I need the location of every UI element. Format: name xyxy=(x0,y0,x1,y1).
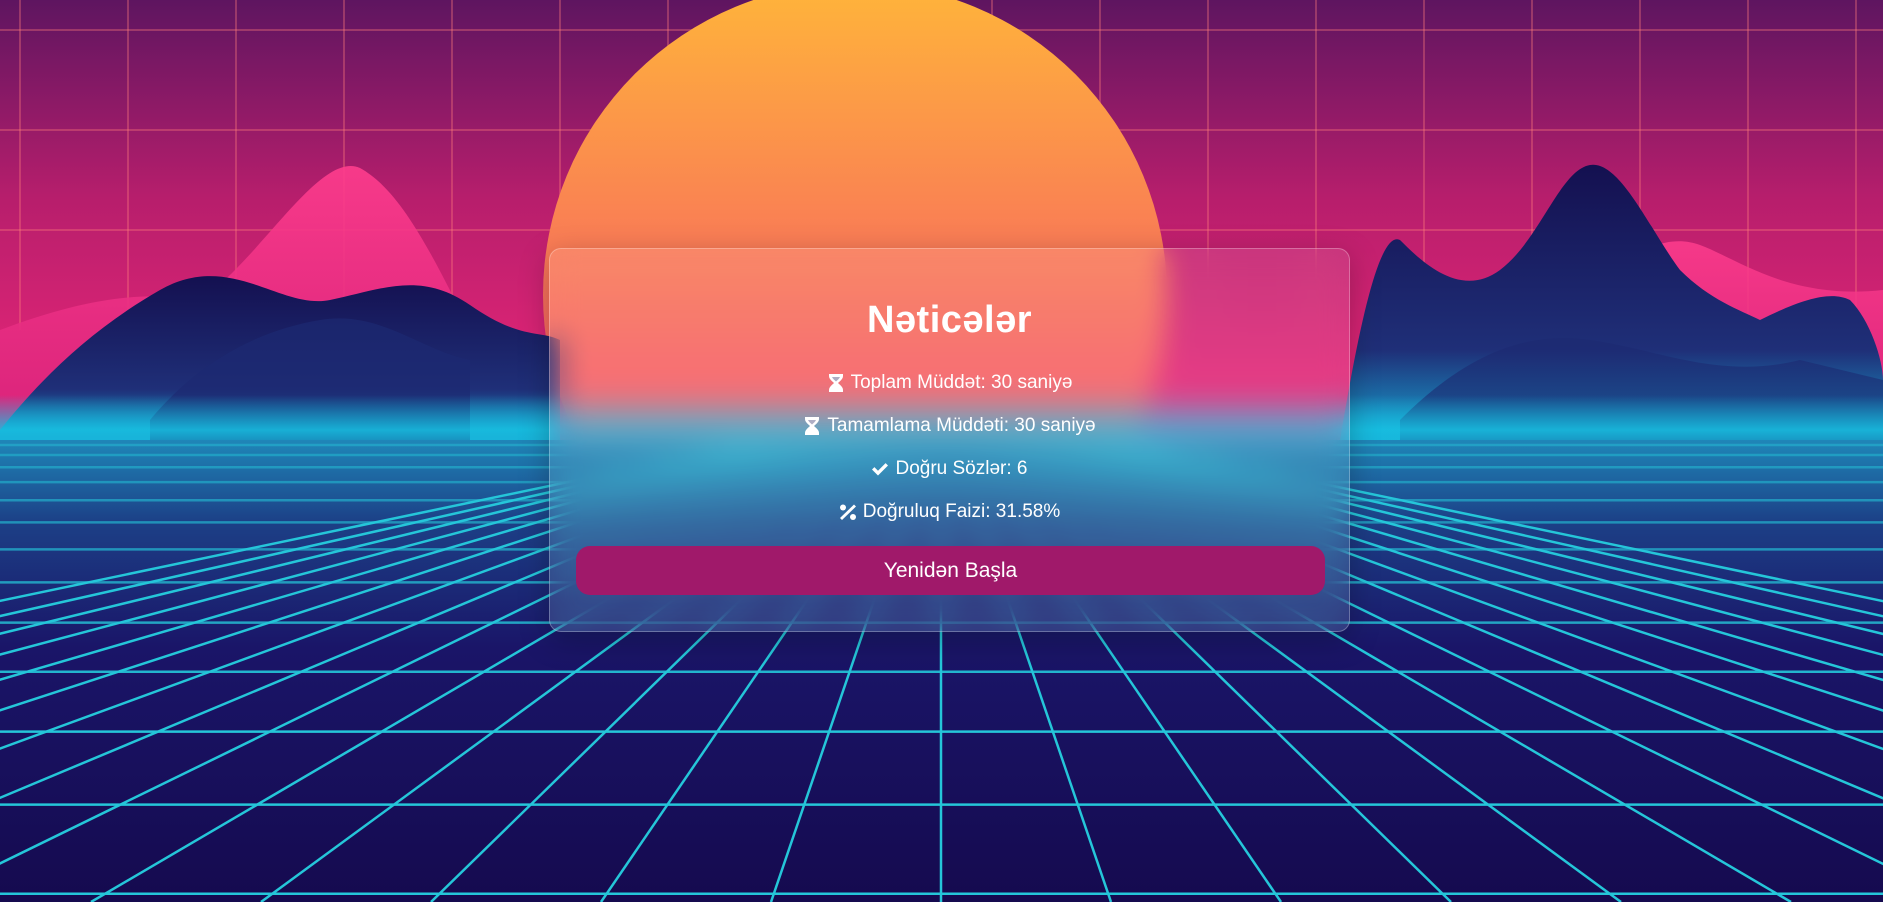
stat-accuracy: Doğruluq Faizi: 31.58% xyxy=(550,500,1349,524)
percent-icon xyxy=(839,502,857,522)
stat-correct-words: Doğru Sözlər: 6 xyxy=(550,457,1349,481)
stat-accuracy-text: Doğruluq Faizi: 31.58% xyxy=(862,501,1061,522)
app-background: Nəticələr Toplam Müddət: 30 saniyə Tamam… xyxy=(0,0,1883,902)
hourglass-icon xyxy=(827,373,845,393)
results-title: Nəticələr xyxy=(866,299,1033,341)
stat-total-time-row: Toplam Müddət: 30 saniyə xyxy=(550,371,1349,395)
hourglass-icon xyxy=(803,416,821,436)
stat-completion-time-text: Tamamlama Müddəti: 30 saniyə xyxy=(827,415,1096,436)
stat-total-time-text: Toplam Müddət: 30 saniyə xyxy=(850,372,1073,393)
stat-correct-words-text: Doğru Sözlər: 6 xyxy=(895,458,1028,479)
restart-button[interactable]: Yenidən Başla xyxy=(576,546,1325,595)
stat-completion-time: Tamamlama Müddəti: 30 saniyə xyxy=(550,414,1349,438)
checkmark-icon xyxy=(871,459,889,479)
results-card: Nəticələr Toplam Müddət: 30 saniyə Tamam… xyxy=(549,248,1350,632)
